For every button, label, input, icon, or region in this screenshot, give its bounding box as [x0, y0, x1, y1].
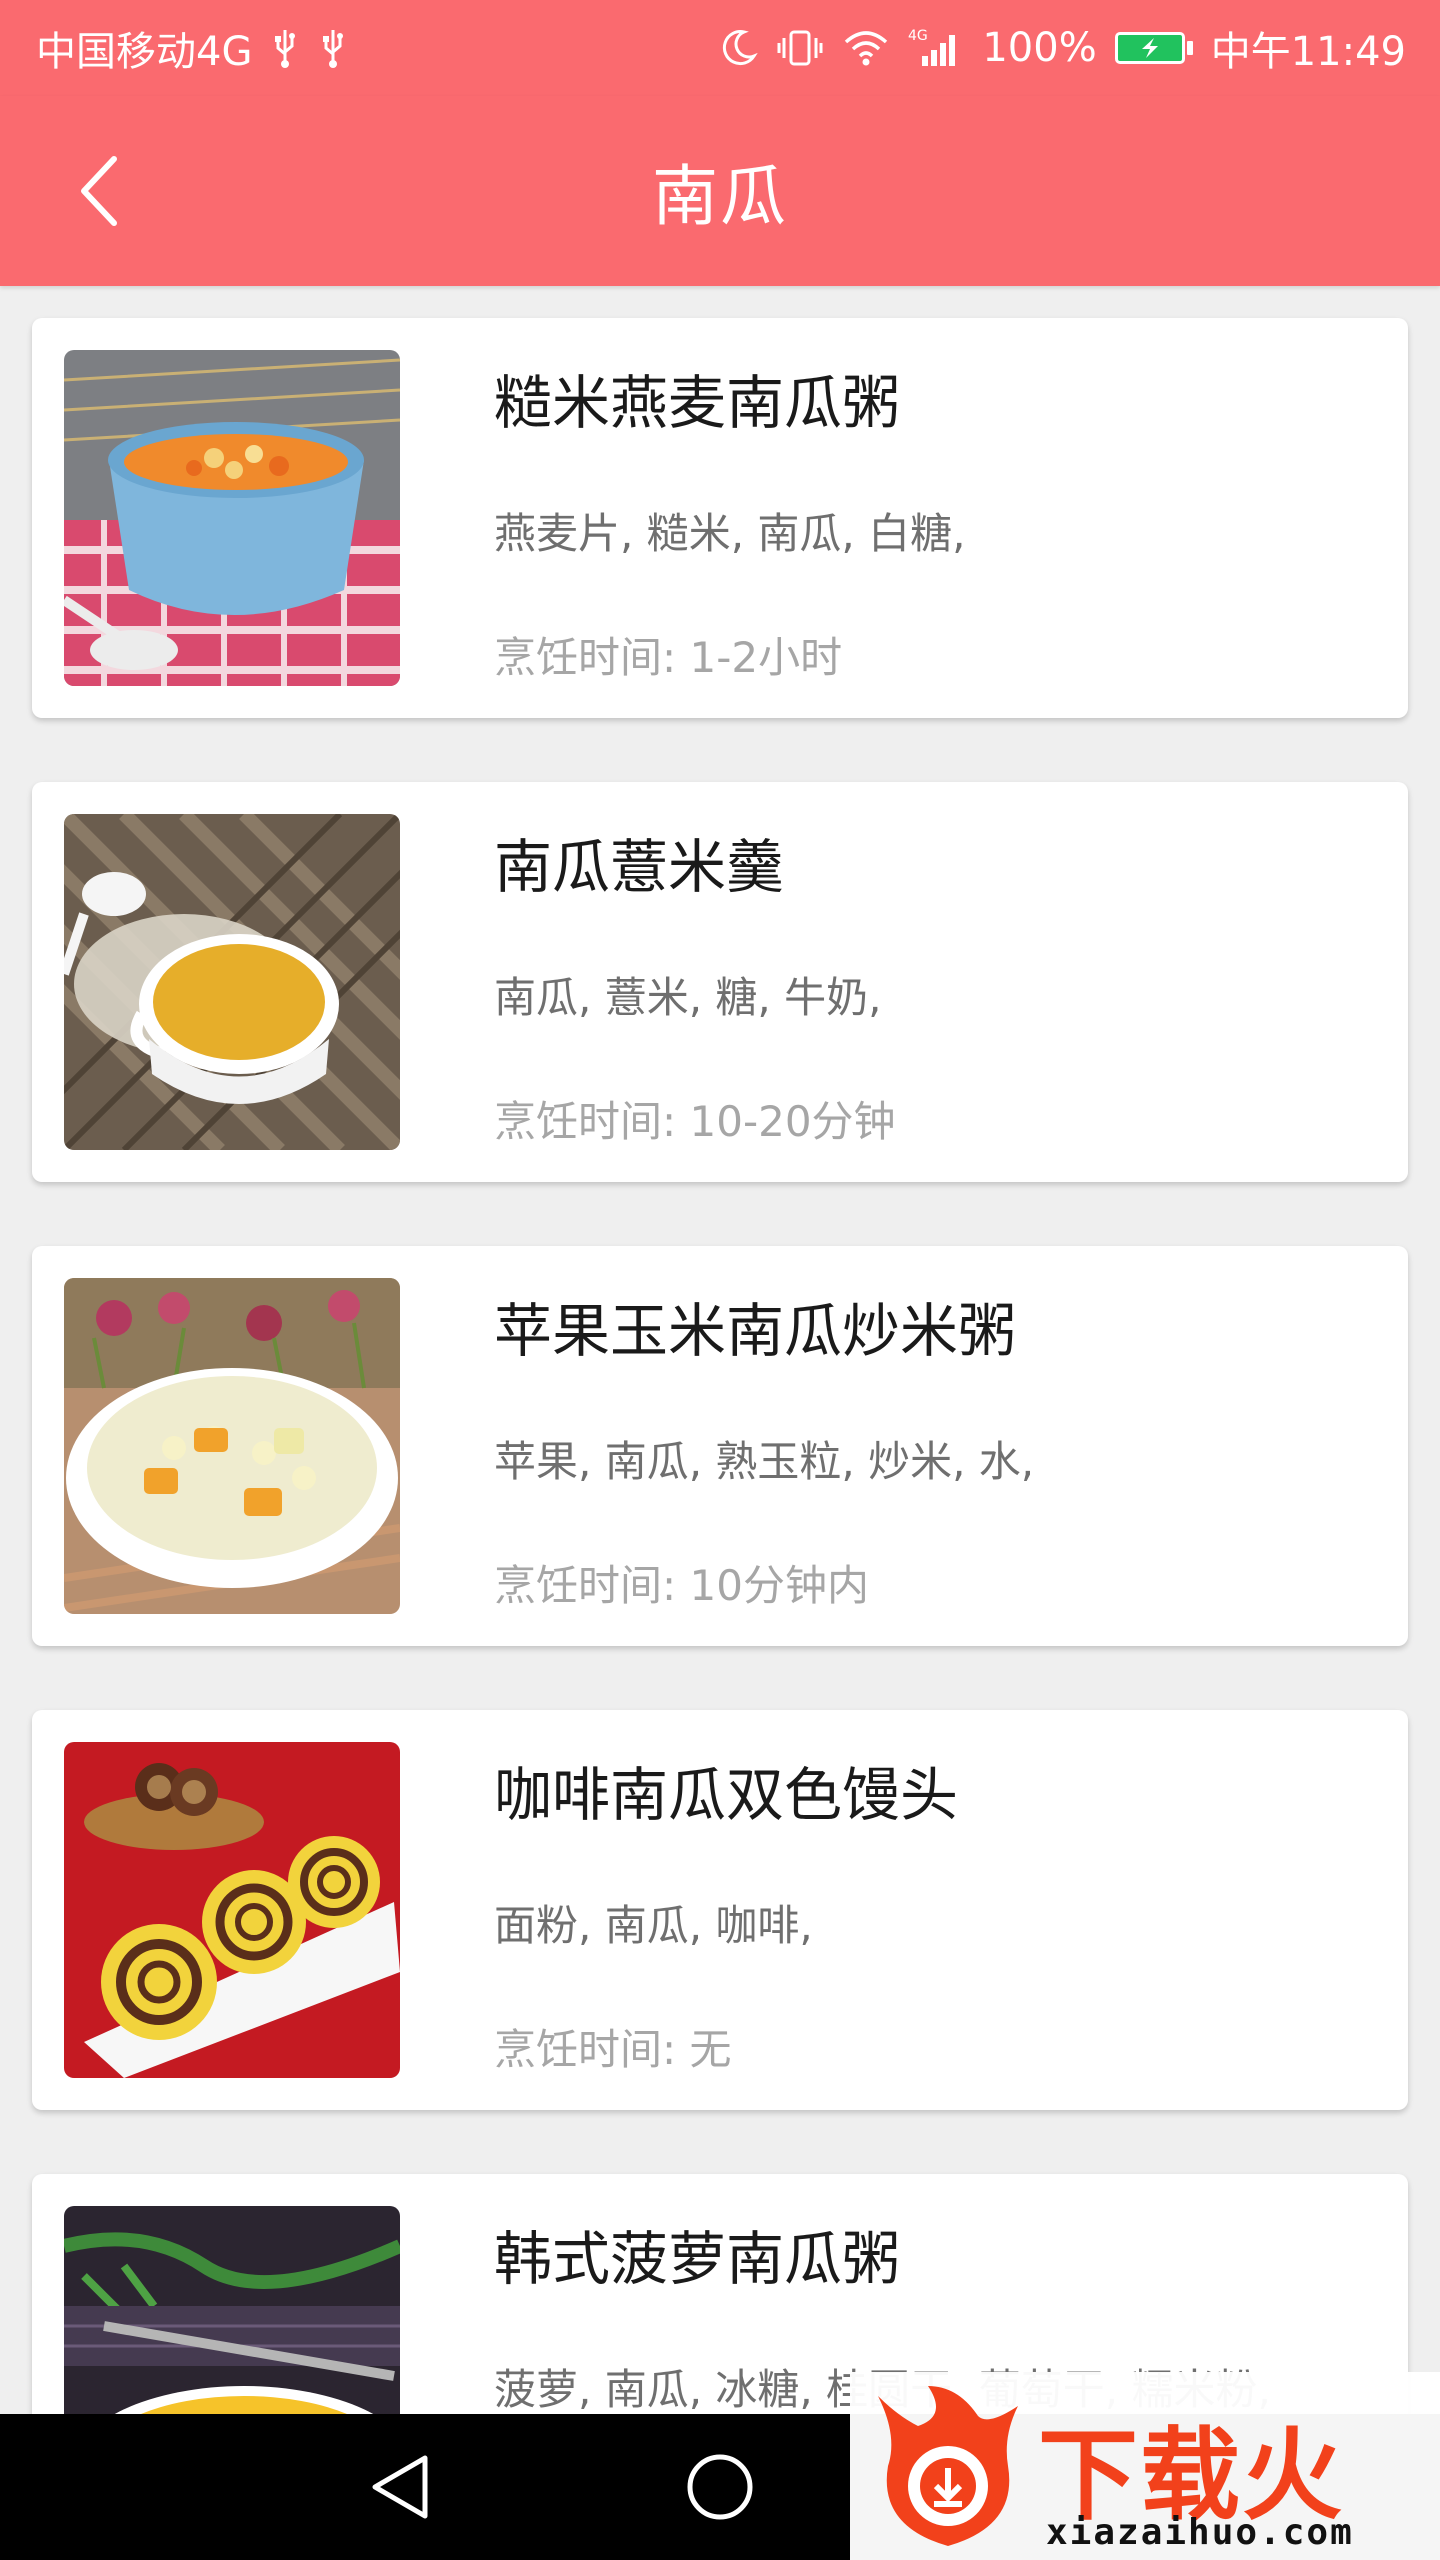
recipe-list[interactable]: 糙米燕麦南瓜粥 燕麦片, 糙米, 南瓜, 白糖, 烹饪时间: 1-2小时 南瓜薏…	[0, 286, 1440, 2414]
recipe-card[interactable]: 咖啡南瓜双色馒头 面粉, 南瓜, 咖啡, 烹饪时间: 无	[32, 1710, 1408, 2110]
page-title: 南瓜	[652, 158, 788, 235]
recipe-card[interactable]: 南瓜薏米羹 南瓜, 薏米, 糖, 牛奶, 烹饪时间: 10-20分钟	[32, 782, 1408, 1182]
pumpkin-soup-cup-photo	[64, 814, 400, 1150]
recipe-cook-time: 烹饪时间: 无	[494, 2025, 732, 2074]
recipe-title: 咖啡南瓜双色馒头	[494, 1761, 959, 1829]
svg-text:4G: 4G	[908, 28, 928, 44]
nav-home-button[interactable]	[660, 2427, 780, 2547]
recipe-cook-time: 烹饪时间: 10分钟内	[494, 1561, 869, 1610]
battery-percent: 100%	[982, 25, 1097, 71]
app-bar: 南瓜	[0, 96, 1440, 286]
recipe-ingredients: 苹果, 南瓜, 熟玉粒, 炒米, 水,	[494, 1437, 1035, 1486]
circle-home-icon	[687, 2454, 753, 2520]
recipe-card[interactable]: 糙米燕麦南瓜粥 燕麦片, 糙米, 南瓜, 白糖, 烹饪时间: 1-2小时	[32, 318, 1408, 718]
pumpkin-porridge-bowl-photo	[64, 350, 400, 686]
flame-logo-icon	[878, 2386, 1018, 2546]
recipe-title: 苹果玉米南瓜炒米粥	[494, 1297, 1017, 1365]
watermark-domain: xiazaihuo.com	[1046, 2512, 1354, 2553]
watermark-logo: 下载火 xiazaihuo.com	[850, 2372, 1440, 2560]
nav-back-button[interactable]	[340, 2427, 460, 2547]
recipe-ingredients: 面粉, 南瓜, 咖啡,	[494, 1901, 813, 1950]
recipe-cook-time: 烹饪时间: 10-20分钟	[494, 1097, 896, 1146]
recipe-title: 南瓜薏米羹	[494, 833, 785, 901]
swirl-buns-photo	[64, 1742, 400, 2078]
back-button[interactable]	[58, 141, 138, 241]
carrier-label: 中国移动4G	[36, 29, 253, 75]
recipe-cook-time: 烹饪时间: 1-2小时	[494, 633, 843, 682]
pineapple-porridge-photo	[64, 2206, 400, 2414]
status-bar: 中国移动4G 4G 100% 中午11:49	[0, 0, 1440, 96]
triangle-back-icon	[372, 2455, 428, 2519]
do-not-disturb-moon-icon	[718, 28, 759, 68]
apple-corn-porridge-photo	[64, 1278, 400, 1614]
usb-icon	[270, 26, 300, 70]
recipe-ingredients: 南瓜, 薏米, 糖, 牛奶,	[494, 973, 882, 1022]
chevron-left-icon	[81, 156, 117, 226]
usb-icon	[318, 26, 348, 70]
recipe-title: 糙米燕麦南瓜粥	[494, 369, 901, 437]
recipe-title: 韩式菠萝南瓜粥	[494, 2225, 901, 2293]
wifi-icon	[842, 28, 890, 68]
recipe-ingredients: 燕麦片, 糙米, 南瓜, 白糖,	[494, 509, 966, 558]
vibrate-icon	[776, 28, 824, 68]
clock: 中午11:49	[1210, 29, 1406, 75]
cellular-4g-signal-icon: 4G	[908, 26, 964, 70]
battery-charging-icon	[1114, 32, 1193, 64]
recipe-card[interactable]: 苹果玉米南瓜炒米粥 苹果, 南瓜, 熟玉粒, 炒米, 水, 烹饪时间: 10分钟…	[32, 1246, 1408, 1646]
